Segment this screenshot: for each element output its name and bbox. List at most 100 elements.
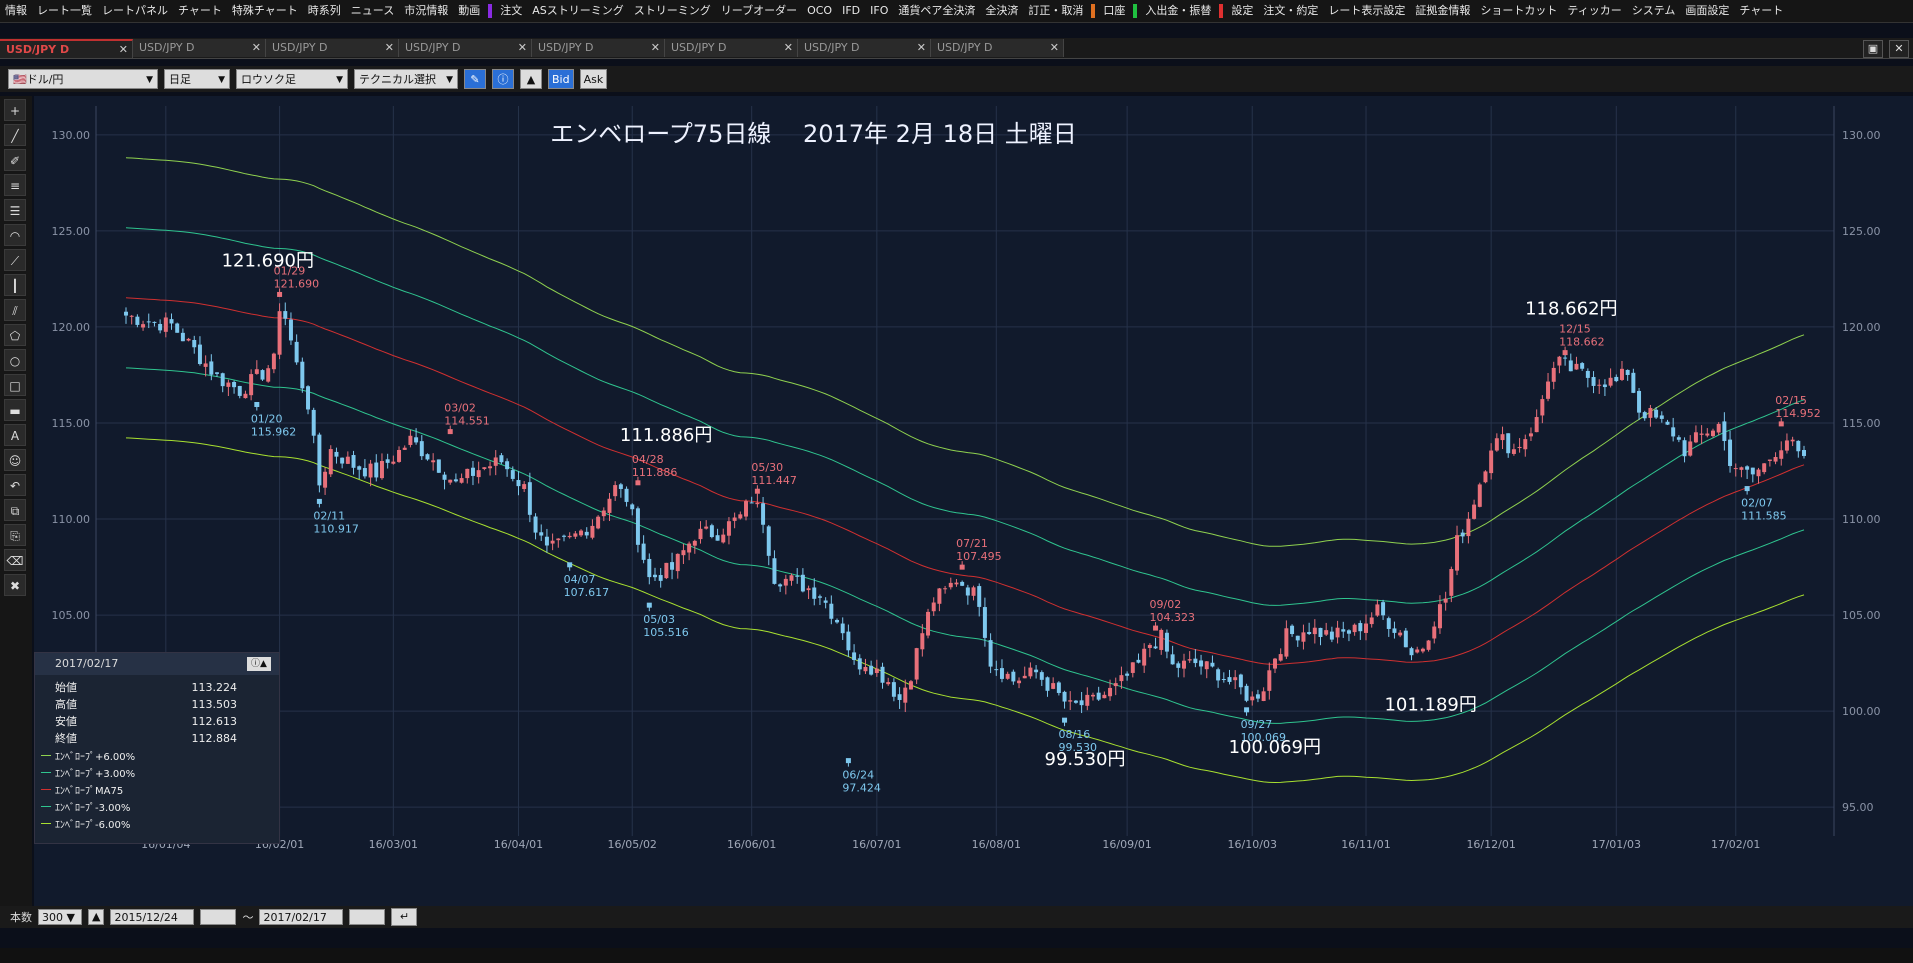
channel-icon[interactable]: ⫽ — [4, 299, 26, 321]
candle-body — [1022, 675, 1027, 679]
menu-item[interactable]: 注文・約定 — [1258, 0, 1323, 22]
close-tab-icon[interactable]: ✕ — [651, 39, 660, 57]
menu-item[interactable]: 設定 — [1226, 0, 1258, 22]
close-tab-icon[interactable]: ✕ — [1050, 39, 1059, 57]
trendline-icon[interactable]: ╱ — [4, 124, 26, 146]
chart-tab[interactable]: USD/JPY D ✕ — [266, 39, 399, 57]
chart-tab[interactable]: USD/JPY D ✕ — [0, 39, 133, 58]
rectangle-icon[interactable]: □ — [4, 374, 26, 396]
menu-item[interactable]: IFD — [837, 0, 865, 22]
circle-icon[interactable]: ○ — [4, 349, 26, 371]
close-tab-icon[interactable]: ✕ — [784, 39, 793, 57]
undo-icon[interactable]: ↶ — [4, 474, 26, 496]
eraser-icon[interactable]: ⌫ — [4, 549, 26, 571]
menu-item[interactable]: 画面設定 — [1680, 0, 1734, 22]
chart-tab[interactable]: USD/JPY D ✕ — [931, 39, 1064, 57]
menu-item[interactable]: ASストリーミング — [527, 0, 629, 22]
close-tab-icon[interactable]: ✕ — [252, 39, 261, 57]
arc-icon[interactable]: ◠ — [4, 224, 26, 246]
chart-style-select[interactable]: ロウソク足 ▼ — [236, 69, 348, 89]
menu-item[interactable]: 情報 — [0, 0, 32, 22]
chart-tab[interactable]: USD/JPY D ✕ — [798, 39, 931, 57]
annotation-date: 05/30 — [751, 461, 783, 474]
band-icon[interactable]: ▬ — [4, 399, 26, 421]
mountain-chart-icon[interactable]: ▲ — [520, 69, 542, 89]
menu-item[interactable]: ストリーミング — [629, 0, 716, 22]
count-up-icon[interactable]: ▲ — [88, 909, 105, 925]
menu-item[interactable]: 特殊チャート — [227, 0, 303, 22]
from-time-input[interactable] — [200, 909, 237, 925]
pentagon-icon[interactable]: ⬠ — [4, 324, 26, 346]
info-collapse-icon[interactable]: ⓘ▲ — [247, 657, 271, 671]
erase-all-icon[interactable]: ✖ — [4, 574, 26, 596]
menu-item[interactable]: チャート — [1734, 0, 1788, 22]
horizontal-lines-icon[interactable]: ≡ — [4, 174, 26, 196]
menu-item[interactable]: ショートカット — [1475, 0, 1562, 22]
annotation-price: 107.617 — [564, 586, 610, 599]
menu-item[interactable]: 全決済 — [980, 0, 1023, 22]
pencil-icon[interactable]: ✎ — [464, 69, 486, 89]
close-tab-icon[interactable]: ✕ — [119, 41, 128, 58]
to-date-input[interactable]: 2017/02/17 — [259, 909, 344, 925]
paste-icon[interactable]: ⎘ — [4, 524, 26, 546]
vertical-lines-icon[interactable]: ┃ — [4, 274, 26, 296]
period-select[interactable]: 日足 ▼ — [164, 69, 230, 89]
ask-button[interactable]: Ask — [579, 69, 608, 89]
currency-pair-select[interactable]: 🇺🇸ドル/円 ▼ — [8, 69, 158, 89]
fibonacci-icon[interactable]: ☰ — [4, 199, 26, 221]
close-tab-icon[interactable]: ✕ — [518, 39, 527, 57]
x-tick-label: 16/06/01 — [727, 838, 776, 851]
candle-body — [1625, 369, 1630, 375]
menu-item[interactable]: ニュース — [346, 0, 399, 22]
count-input[interactable]: 300 ▼ — [38, 909, 82, 925]
bid-button[interactable]: Bid — [548, 69, 574, 89]
to-time-input[interactable] — [349, 909, 386, 925]
crosshair-icon[interactable]: + — [4, 99, 26, 121]
menu-item[interactable]: 時系列 — [303, 0, 346, 22]
candle-body — [1580, 363, 1585, 369]
copy-icon[interactable]: ⧉ — [4, 499, 26, 521]
candle-body — [1642, 412, 1647, 419]
text-icon[interactable]: A — [4, 424, 26, 446]
menu-item[interactable]: 動画 — [453, 0, 485, 22]
menu-item[interactable]: OCO — [802, 0, 837, 22]
candle-body — [1136, 659, 1141, 663]
info-icon[interactable]: ⓘ — [492, 69, 514, 89]
menu-item[interactable]: チャート — [173, 0, 227, 22]
return-icon[interactable]: ↵ — [391, 908, 418, 926]
from-date-input[interactable]: 2015/12/24 — [110, 909, 195, 925]
close-tab-icon[interactable]: ✕ — [917, 39, 926, 57]
menu-item[interactable]: 証拠金情報 — [1410, 0, 1475, 22]
menu-item[interactable]: 通貨ペア全決済 — [893, 0, 980, 22]
maximize-icon[interactable]: ▣ — [1863, 40, 1883, 58]
chart-area[interactable]: 95.0095.00100.00100.00105.00105.00110.00… — [34, 96, 1913, 906]
legend-swatch — [41, 823, 51, 824]
menu-item[interactable]: 口座 — [1098, 0, 1130, 22]
menu-item[interactable]: 訂正・取消 — [1023, 0, 1088, 22]
candle-body — [1728, 439, 1733, 466]
candle-body — [635, 508, 640, 545]
close-window-icon[interactable]: ✕ — [1889, 40, 1909, 58]
chart-tab[interactable]: USD/JPY D ✕ — [532, 39, 665, 57]
menu-item[interactable]: システム — [1627, 0, 1681, 22]
menu-item[interactable]: 市況情報 — [399, 0, 453, 22]
menu-item[interactable]: レートパネル — [97, 0, 173, 22]
chart-tab[interactable]: USD/JPY D ✕ — [665, 39, 798, 57]
close-tab-icon[interactable]: ✕ — [385, 39, 394, 57]
menu-item[interactable]: IFO — [865, 0, 893, 22]
chart-tab[interactable]: USD/JPY D ✕ — [399, 39, 532, 57]
ohlc-row: 終値 112.884 — [35, 730, 279, 747]
chart-tab[interactable]: USD/JPY D ✕ — [133, 39, 266, 57]
menu-item[interactable]: レート表示設定 — [1323, 0, 1410, 22]
menu-item[interactable]: リーブオーダー — [716, 0, 802, 22]
smiley-icon[interactable]: ☺ — [4, 449, 26, 471]
menu-item[interactable]: ティッカー — [1562, 0, 1626, 22]
technical-select[interactable]: テクニカル選択 ▼ — [354, 69, 458, 89]
menu-item[interactable]: レート一覧 — [32, 0, 97, 22]
price-chart[interactable]: 95.0095.00100.00100.00105.00105.00110.00… — [34, 96, 1913, 906]
fan-icon[interactable]: ⟋ — [4, 249, 26, 271]
ruler-icon[interactable]: ✐ — [4, 149, 26, 171]
candle-body — [317, 434, 322, 486]
menu-item[interactable]: 入出金・振替 — [1140, 0, 1216, 22]
menu-item[interactable]: 注文 — [495, 0, 527, 22]
